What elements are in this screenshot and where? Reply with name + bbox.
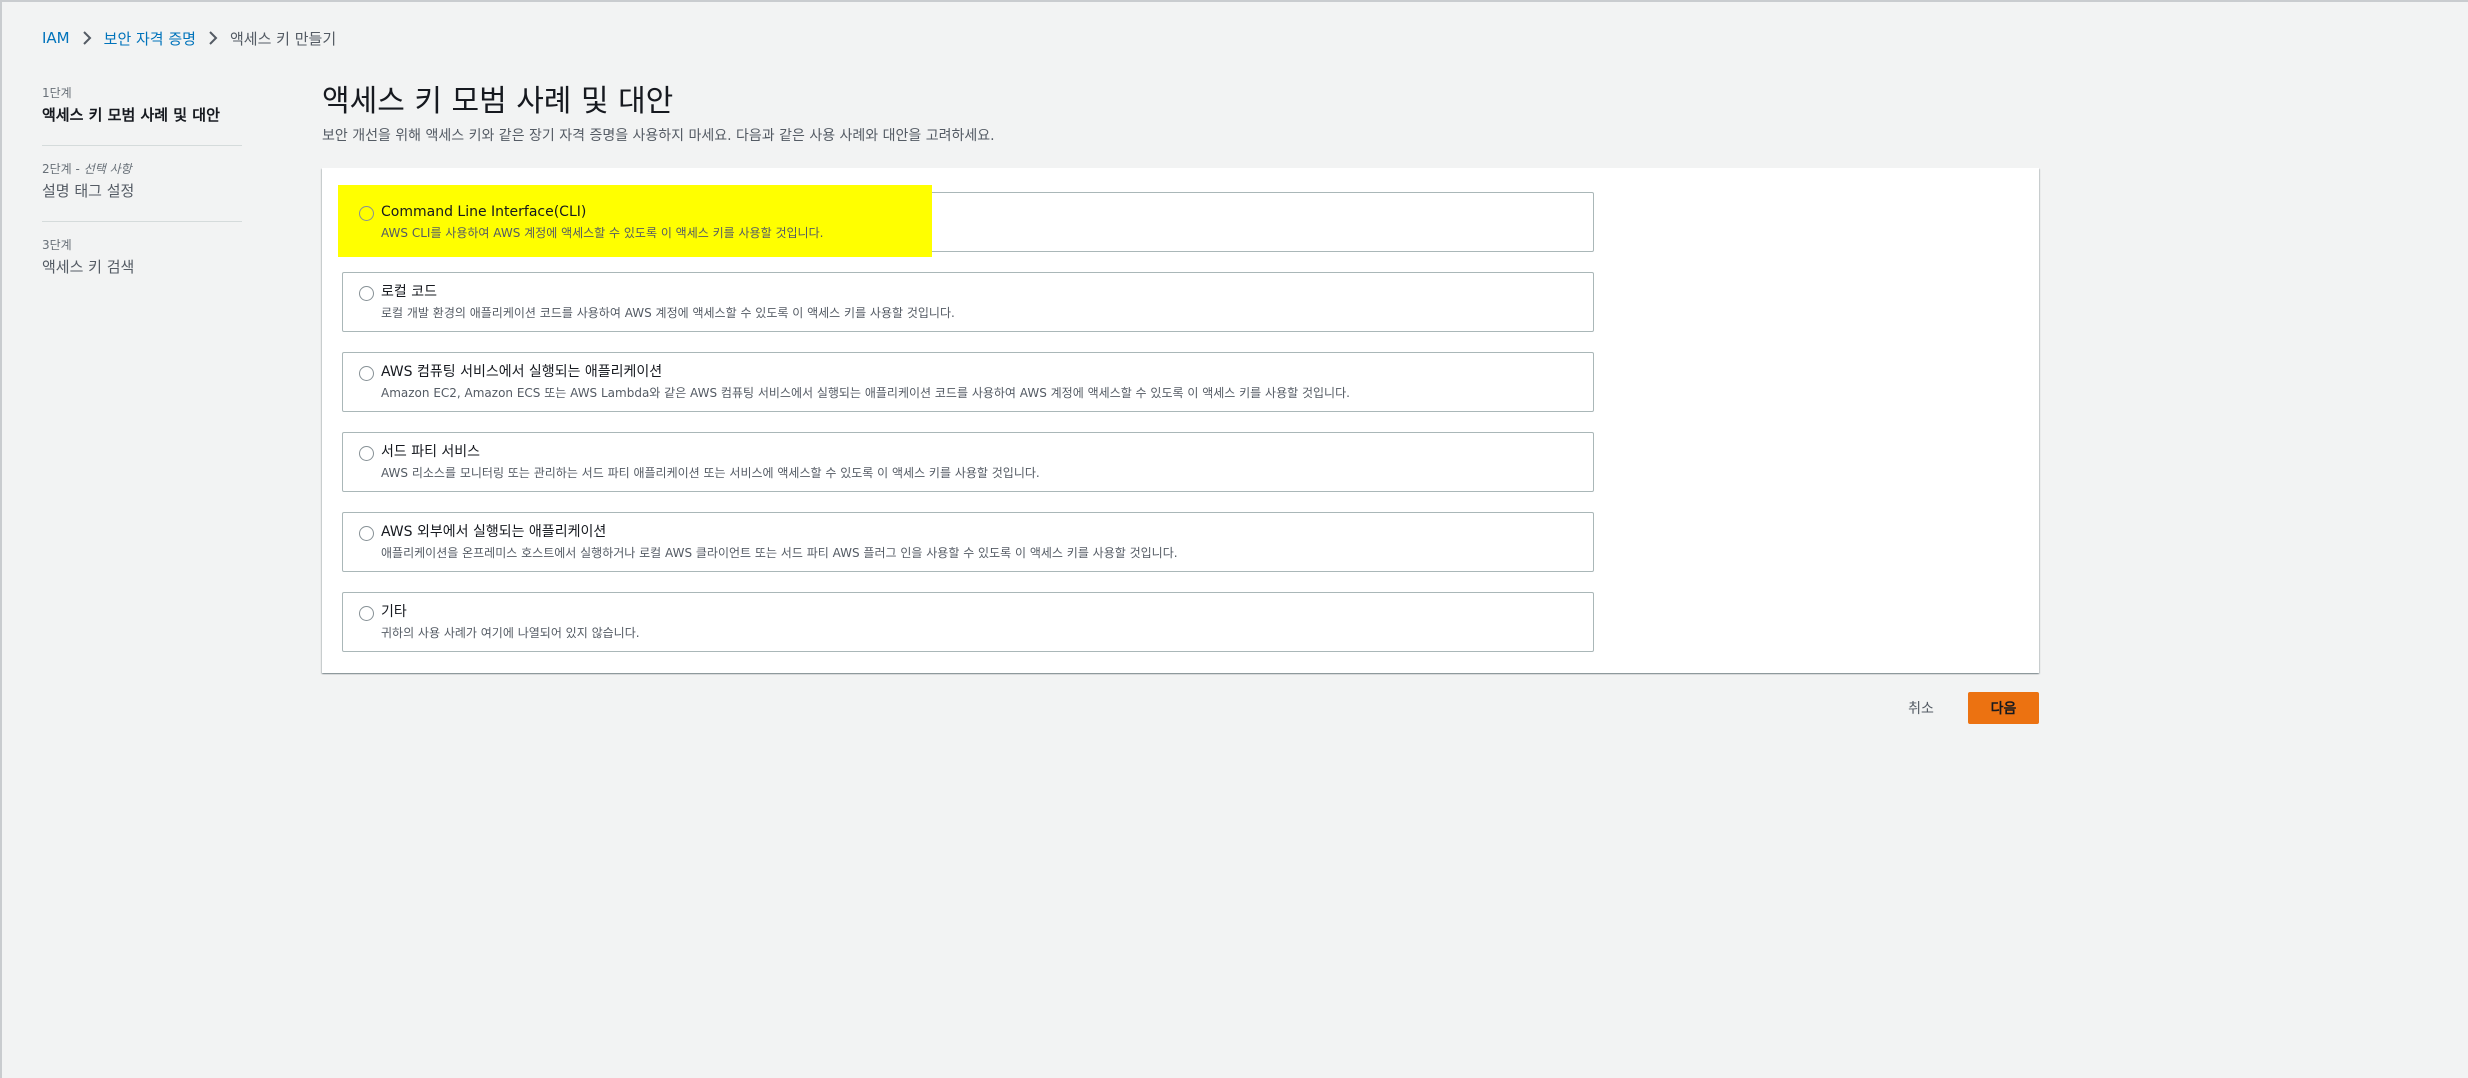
breadcrumb-current: 액세스 키 만들기	[229, 29, 337, 48]
option-description: Amazon EC2, Amazon ECS 또는 AWS Lambda와 같은…	[381, 386, 1350, 400]
option-description: 애플리케이션을 온프레미스 호스트에서 실행하거나 로컬 AWS 클라이언트 또…	[381, 546, 1178, 560]
chevron-right-icon	[70, 26, 104, 50]
wizard-actions: 취소 다음	[1882, 692, 2039, 724]
next-button[interactable]: 다음	[1968, 692, 2039, 724]
breadcrumb-security-credentials-link[interactable]: 보안 자격 증명	[104, 28, 196, 49]
radio-button[interactable]	[359, 206, 374, 221]
option-description: AWS 리소스를 모니터링 또는 관리하는 서드 파티 애플리케이션 또는 서비…	[381, 466, 1040, 480]
step-title: 액세스 키 모범 사례 및 대안	[42, 106, 220, 124]
cancel-button[interactable]: 취소	[1882, 692, 1960, 724]
wizard-steps: 1단계 액세스 키 모범 사례 및 대안 2단계 - 선택 사항 설명 태그 설…	[42, 84, 242, 312]
use-case-container: Command Line Interface(CLI) AWS CLI를 사용하…	[322, 168, 2039, 673]
step-1: 1단계 액세스 키 모범 사례 및 대안	[42, 84, 242, 146]
option-title: AWS 외부에서 실행되는 애플리케이션	[381, 524, 607, 540]
option-aws-compute[interactable]: AWS 컴퓨팅 서비스에서 실행되는 애플리케이션 Amazon EC2, Am…	[342, 352, 1594, 412]
option-outside-aws[interactable]: AWS 외부에서 실행되는 애플리케이션 애플리케이션을 온프레미스 호스트에서…	[342, 512, 1594, 572]
option-title: 기타	[381, 604, 407, 620]
radio-button[interactable]	[359, 286, 374, 301]
step-title: 액세스 키 검색	[42, 258, 135, 276]
radio-button[interactable]	[359, 366, 374, 381]
option-description: AWS CLI를 사용하여 AWS 계정에 액세스할 수 있도록 이 액세스 키…	[381, 226, 824, 240]
option-description: 로컬 개발 환경의 애플리케이션 코드를 사용하여 AWS 계정에 액세스할 수…	[381, 306, 955, 320]
radio-button[interactable]	[359, 526, 374, 541]
option-title: 로컬 코드	[381, 284, 437, 300]
option-other[interactable]: 기타 귀하의 사용 사례가 여기에 나열되어 있지 않습니다.	[342, 592, 1594, 652]
radio-button[interactable]	[359, 446, 374, 461]
page-description: 보안 개선을 위해 액세스 키와 같은 장기 자격 증명을 사용하지 마세요. …	[322, 128, 995, 144]
step-number: 1단계	[42, 86, 72, 100]
page-title: 액세스 키 모범 사례 및 대안	[322, 84, 674, 119]
step-title: 설명 태그 설정	[42, 182, 135, 200]
use-case-radio-group: Command Line Interface(CLI) AWS CLI를 사용하…	[338, 185, 1594, 672]
app-frame: IAM 보안 자격 증명 액세스 키 만들기 1단계 액세스 키 모범 사례 및…	[0, 0, 2468, 1078]
option-description: 귀하의 사용 사례가 여기에 나열되어 있지 않습니다.	[381, 626, 640, 640]
option-title: 서드 파티 서비스	[381, 444, 481, 460]
chevron-right-icon	[196, 26, 230, 50]
step-optional-label: 선택 사항	[83, 162, 132, 176]
option-third-party[interactable]: 서드 파티 서비스 AWS 리소스를 모니터링 또는 관리하는 서드 파티 애플…	[342, 432, 1594, 492]
option-title: Command Line Interface(CLI)	[381, 204, 587, 220]
step-2[interactable]: 2단계 - 선택 사항 설명 태그 설정	[42, 160, 242, 222]
step-3[interactable]: 3단계 액세스 키 검색	[42, 236, 242, 298]
option-title: AWS 컴퓨팅 서비스에서 실행되는 애플리케이션	[381, 364, 663, 380]
option-local-code[interactable]: 로컬 코드 로컬 개발 환경의 애플리케이션 코드를 사용하여 AWS 계정에 …	[342, 272, 1594, 332]
breadcrumb-iam-link[interactable]: IAM	[42, 29, 70, 47]
step-number: 3단계	[42, 238, 72, 252]
radio-button[interactable]	[359, 606, 374, 621]
step-number: 2단계 - 선택 사항	[42, 162, 132, 176]
breadcrumb: IAM 보안 자격 증명 액세스 키 만들기	[42, 26, 336, 50]
option-cli[interactable]: Command Line Interface(CLI) AWS CLI를 사용하…	[338, 185, 1594, 257]
